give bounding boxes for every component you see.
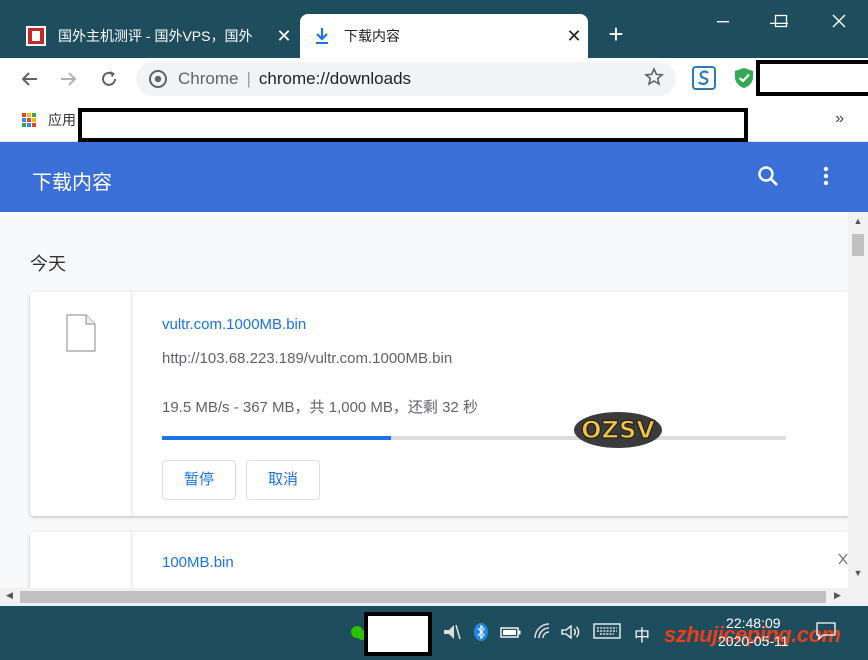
search-icon[interactable]	[756, 164, 780, 188]
download-progress-bar	[162, 436, 786, 440]
download-file-name[interactable]: 100MB.bin	[162, 554, 234, 571]
maximize-icon[interactable]	[758, 6, 804, 38]
bookmarks-bar: 应用 »	[0, 100, 868, 142]
tab-title: 下载内容	[344, 28, 400, 44]
download-item: vultr.com.1000MB.bin http://103.68.223.1…	[30, 292, 848, 516]
scroll-right-arrow-icon[interactable]: ▶	[834, 590, 841, 601]
download-source-url[interactable]: http://103.68.223.189/vultr.com.1000MB.b…	[162, 350, 452, 367]
downloads-header: 下载内容	[0, 142, 868, 212]
tab-close-icon[interactable]: ✕	[560, 26, 588, 47]
site-favicon-icon	[26, 26, 46, 46]
redacted-tray-area	[364, 612, 432, 656]
redacted-extension-area	[756, 60, 868, 96]
section-label-today: 今天	[30, 254, 66, 274]
omnibox[interactable]: Chrome | chrome://downloads	[136, 62, 676, 96]
vertical-scrollbar[interactable]: ▲ ▼	[848, 212, 868, 588]
apps-label: 应用	[48, 112, 76, 128]
vertical-scroll-thumb[interactable]	[852, 234, 864, 256]
scroll-up-arrow-icon[interactable]: ▲	[848, 216, 868, 226]
clock-time: 22:48:09	[726, 615, 781, 631]
chrome-icon	[148, 69, 168, 89]
download-progress-fill	[162, 436, 391, 440]
forward-icon[interactable]	[54, 64, 84, 94]
svg-text:OZSV: OZSV	[581, 416, 655, 444]
ime-indicator[interactable]: 中	[630, 622, 654, 645]
horizontal-scrollbar[interactable]: ◀ ▶	[0, 588, 848, 606]
download-item: 100MB.bin	[30, 532, 848, 588]
apps-shortcut[interactable]: 应用	[22, 110, 76, 130]
reload-icon[interactable]	[94, 64, 124, 94]
battery-icon[interactable]	[500, 622, 522, 644]
downloads-list: 今天 vultr.com.1000MB.bin http://103.68.22…	[0, 212, 848, 588]
redacted-bookmarks-area	[78, 108, 748, 142]
taskbar: 中 szhujiceping.com 22:48:09 2020-05-11	[0, 606, 868, 660]
notification-icon[interactable]	[814, 622, 838, 644]
minimize-icon[interactable]	[700, 6, 746, 38]
volume-icon[interactable]	[560, 622, 582, 644]
back-icon[interactable]	[14, 64, 44, 94]
file-icon	[66, 314, 96, 352]
toolbar: Chrome | chrome://downloads	[0, 58, 868, 100]
scroll-down-arrow-icon[interactable]: ▼	[848, 568, 868, 578]
wifi-icon[interactable]	[532, 622, 554, 644]
file-icon-column	[30, 532, 132, 588]
scrollbar-corner	[848, 588, 868, 606]
cancel-button[interactable]: 取消	[246, 460, 320, 500]
close-window-icon[interactable]	[816, 6, 862, 38]
omnibox-scheme-label: Chrome	[178, 69, 239, 88]
tab-close-icon[interactable]: ✕	[270, 26, 298, 47]
tab-title: 国外主机测评 - 国外VPS，国外	[58, 28, 253, 44]
new-tab-button[interactable]: +	[602, 20, 630, 48]
download-status: 19.5 MB/s - 367 MB，共 1,000 MB，还剩 32 秒	[162, 399, 478, 416]
download-file-name[interactable]: vultr.com.1000MB.bin	[162, 316, 306, 333]
bluetooth-icon[interactable]	[470, 622, 492, 644]
ozsv-logo-sticker: OZSV	[570, 406, 666, 454]
bookmark-star-icon[interactable]	[644, 67, 664, 93]
shield-check-icon[interactable]	[732, 66, 756, 90]
apps-grid-icon	[22, 113, 36, 127]
omnibox-url: chrome://downloads	[258, 69, 412, 88]
pause-button[interactable]: 暂停	[162, 460, 236, 500]
system-clock[interactable]: 22:48:09 2020-05-11	[718, 614, 789, 650]
download-icon	[312, 26, 332, 46]
extension-s-icon[interactable]	[692, 66, 716, 90]
bookmarks-overflow-chevron[interactable]: »	[835, 110, 844, 128]
browser-window: 国外主机测评 - 国外VPS，国外 ✕ 下载内容 ✕ + — Chrome | …	[0, 0, 868, 606]
omnibox-separator: |	[246, 69, 251, 88]
more-vert-icon[interactable]	[816, 164, 836, 188]
clock-date: 2020-05-11	[718, 633, 789, 649]
page-title: 下载内容	[32, 172, 112, 194]
tab-zhujiceping[interactable]: 国外主机测评 - 国外VPS，国外 ✕	[14, 14, 298, 58]
media-icon[interactable]	[440, 622, 462, 644]
tab-downloads[interactable]: 下载内容 ✕	[300, 14, 588, 58]
remove-item-icon[interactable]	[838, 552, 848, 570]
keyboard-icon[interactable]	[592, 622, 622, 644]
file-icon-column	[30, 292, 132, 516]
horizontal-scroll-thumb[interactable]	[20, 591, 826, 603]
scroll-left-arrow-icon[interactable]: ◀	[6, 590, 13, 601]
